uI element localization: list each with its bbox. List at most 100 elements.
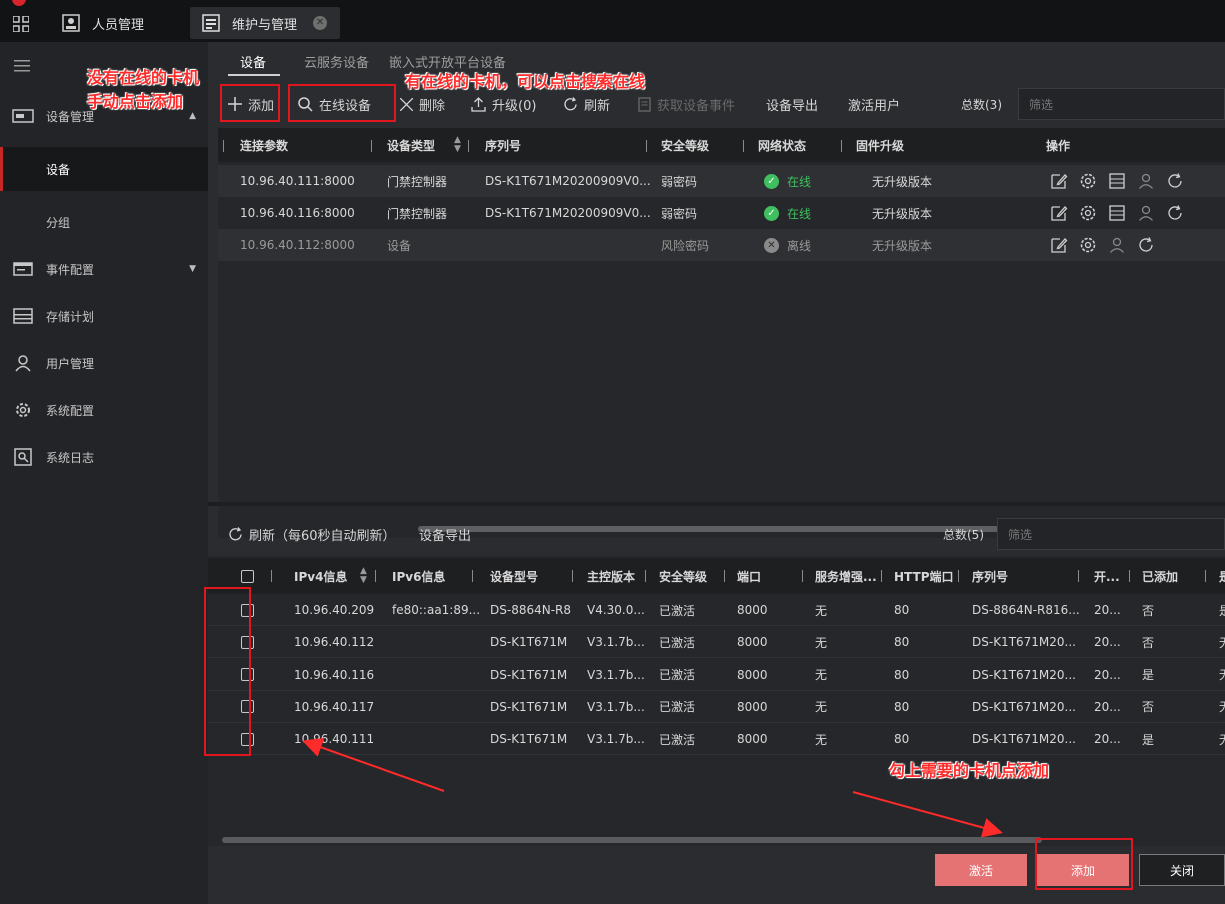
table-row[interactable]: 10.96.40.116 DS-K1T671M V3.1.7b... 已激活 8000 无…	[208, 659, 1225, 691]
storage-icon[interactable]	[1108, 204, 1126, 222]
log-icon	[14, 448, 32, 466]
tab-devices[interactable]: 设备	[240, 52, 266, 71]
edit-icon[interactable]	[1050, 204, 1068, 222]
col-type[interactable]: 设备类型	[387, 128, 435, 162]
table-row[interactable]: 10.96.40.111 DS-K1T671M V3.1.7b... 已激活 8000 无…	[208, 723, 1225, 756]
cell-service: 无	[815, 603, 828, 618]
get-events-button[interactable]: 获取设备事件	[638, 86, 735, 122]
col-security[interactable]: 安全等级	[659, 558, 707, 594]
col-open[interactable]: 开...	[1094, 558, 1120, 594]
col-ipv4[interactable]: IPv4信息	[294, 558, 347, 594]
tab-personnel[interactable]: 人员管理	[50, 7, 156, 39]
sidebar-item-event-config[interactable]: 事件配置 ▼	[0, 247, 208, 291]
storage-icon[interactable]	[1108, 172, 1126, 190]
table-row[interactable]: 10.96.40.116:8000 门禁控制器 DS-K1T671M202009…	[218, 197, 1225, 229]
user-icon[interactable]	[1108, 236, 1126, 254]
table-row[interactable]: 10.96.40.112 DS-K1T671M V3.1.7b... 已激活 8000 无…	[208, 626, 1225, 659]
cell-port: 8000	[737, 603, 768, 617]
refresh-icon[interactable]	[1137, 236, 1155, 254]
refresh-icon[interactable]	[1166, 204, 1184, 222]
sidebar-item-label: 系统日志	[46, 450, 95, 465]
table-row[interactable]: 10.96.40.117 DS-K1T671M V3.1.7b... 已激活 8000 无…	[208, 691, 1225, 723]
refresh-label: 刷新	[584, 98, 611, 114]
tab-maintenance[interactable]: 维护与管理 ✕	[190, 7, 340, 39]
col-serial[interactable]: 序列号	[972, 558, 1008, 594]
sidebar-item-storage-plan[interactable]: 存储计划	[0, 294, 208, 338]
delete-label: 删除	[419, 98, 446, 114]
col-extra[interactable]: 是	[1219, 558, 1225, 594]
gear-icon	[16, 403, 30, 417]
menu-icon[interactable]	[14, 60, 30, 76]
settings-icon[interactable]	[1079, 204, 1097, 222]
col-ipv6[interactable]: IPv6信息	[392, 558, 445, 594]
activate-button[interactable]: 激活	[935, 854, 1027, 886]
col-version[interactable]: 主控版本	[587, 558, 635, 594]
edit-icon[interactable]	[1050, 236, 1068, 254]
col-security[interactable]: 安全等级	[661, 128, 709, 162]
cell-model: DS-K1T671M	[490, 732, 568, 747]
sidebar-item-group[interactable]: 分组	[0, 200, 208, 244]
edit-icon[interactable]	[1050, 172, 1068, 190]
app-grid-icon[interactable]	[13, 16, 29, 32]
cell-extra: 无	[1219, 723, 1225, 755]
top-bar: 人员管理 维护与管理 ✕	[0, 0, 1225, 42]
cell-http: 80	[894, 635, 910, 650]
col-separator	[472, 570, 473, 582]
activate-user-button[interactable]: 激活用户	[848, 86, 900, 122]
sidebar-item-system-config[interactable]: 系统配置	[0, 388, 208, 432]
sidebar-item-system-log[interactable]: 系统日志	[0, 435, 208, 479]
export-button[interactable]: 设备导出	[766, 86, 818, 122]
cell-status: ✓ 在线	[764, 165, 811, 197]
col-service[interactable]: 服务增强...	[815, 558, 877, 594]
sort-icon[interactable]: ▲ ▼	[454, 128, 461, 162]
col-separator	[645, 570, 646, 582]
table-row[interactable]: 10.96.40.112:8000 设备 风险密码 ✕ 离线 无升级版本	[218, 229, 1225, 261]
cell-version: V3.1.7b...	[587, 699, 645, 714]
horizontal-scrollbar[interactable]	[222, 837, 1042, 843]
col-separator	[371, 140, 372, 152]
cell-service: 无	[815, 668, 828, 683]
cell-security: 已激活	[659, 635, 696, 650]
row-actions	[1050, 197, 1184, 229]
sidebar-item-device[interactable]: 设备	[0, 147, 208, 191]
cell-firmware: 无升级版本	[872, 238, 933, 253]
settings-icon[interactable]	[1079, 172, 1097, 190]
col-separator	[1078, 570, 1079, 582]
online-filter-input[interactable]: 筛选	[997, 518, 1225, 550]
col-added[interactable]: 已添加	[1142, 558, 1178, 594]
user-icon[interactable]	[1137, 204, 1155, 222]
device-filter-input[interactable]: 筛选	[1018, 88, 1225, 120]
col-port[interactable]: 端口	[737, 558, 761, 594]
sidebar-item-user-management[interactable]: 用户管理	[0, 341, 208, 385]
row-actions	[1050, 165, 1184, 197]
table-row[interactable]: 10.96.40.111:8000 门禁控制器 DS-K1T671M202009…	[218, 165, 1225, 197]
cell-open: 20...	[1094, 732, 1121, 747]
col-conn[interactable]: 连接参数	[240, 128, 288, 162]
sidebar: 设备管理 ▲ 设备 分组 事件配置 ▼ 存储计划 用户管理 系统配置 系统日志	[0, 42, 208, 904]
status-text: 在线	[787, 174, 812, 189]
col-separator	[1129, 570, 1130, 582]
settings-icon[interactable]	[1079, 236, 1097, 254]
table-row[interactable]: 10.96.40.209 fe80::aa1:89... DS-8864N-R8 V4…	[208, 594, 1225, 626]
col-network[interactable]: 网络状态	[758, 128, 806, 162]
col-serial[interactable]: 序列号	[485, 128, 521, 162]
refresh-icon[interactable]	[1166, 172, 1184, 190]
select-all-checkbox[interactable]	[241, 569, 254, 583]
col-separator	[724, 570, 725, 582]
annotation-manual-1: 没有在线的卡机	[87, 68, 200, 87]
annotation-check-hint: 勾上需要的卡机点添加	[889, 761, 1050, 780]
cell-added: 否	[1142, 700, 1155, 715]
online-export-button[interactable]: 设备导出	[419, 516, 471, 552]
user-icon[interactable]	[1137, 172, 1155, 190]
col-http[interactable]: HTTP端口	[894, 558, 954, 594]
online-refresh-button[interactable]: 刷新（每60秒自动刷新）	[228, 516, 396, 552]
sort-icon[interactable]: ▲ ▼	[360, 558, 367, 594]
check-circle-icon: ✓	[764, 173, 779, 189]
table-header: IPv4信息 ▲ ▼ IPv6信息 设备型号 主控版本 安全等级 端口 服务增强.…	[208, 558, 1225, 594]
close-button[interactable]: 关闭	[1139, 854, 1225, 886]
close-icon	[400, 97, 413, 111]
col-firmware[interactable]: 固件升级	[856, 128, 904, 162]
close-icon[interactable]: ✕	[313, 16, 328, 30]
col-model[interactable]: 设备型号	[490, 558, 538, 594]
tab-cloud-devices[interactable]: 云服务设备	[304, 52, 369, 71]
